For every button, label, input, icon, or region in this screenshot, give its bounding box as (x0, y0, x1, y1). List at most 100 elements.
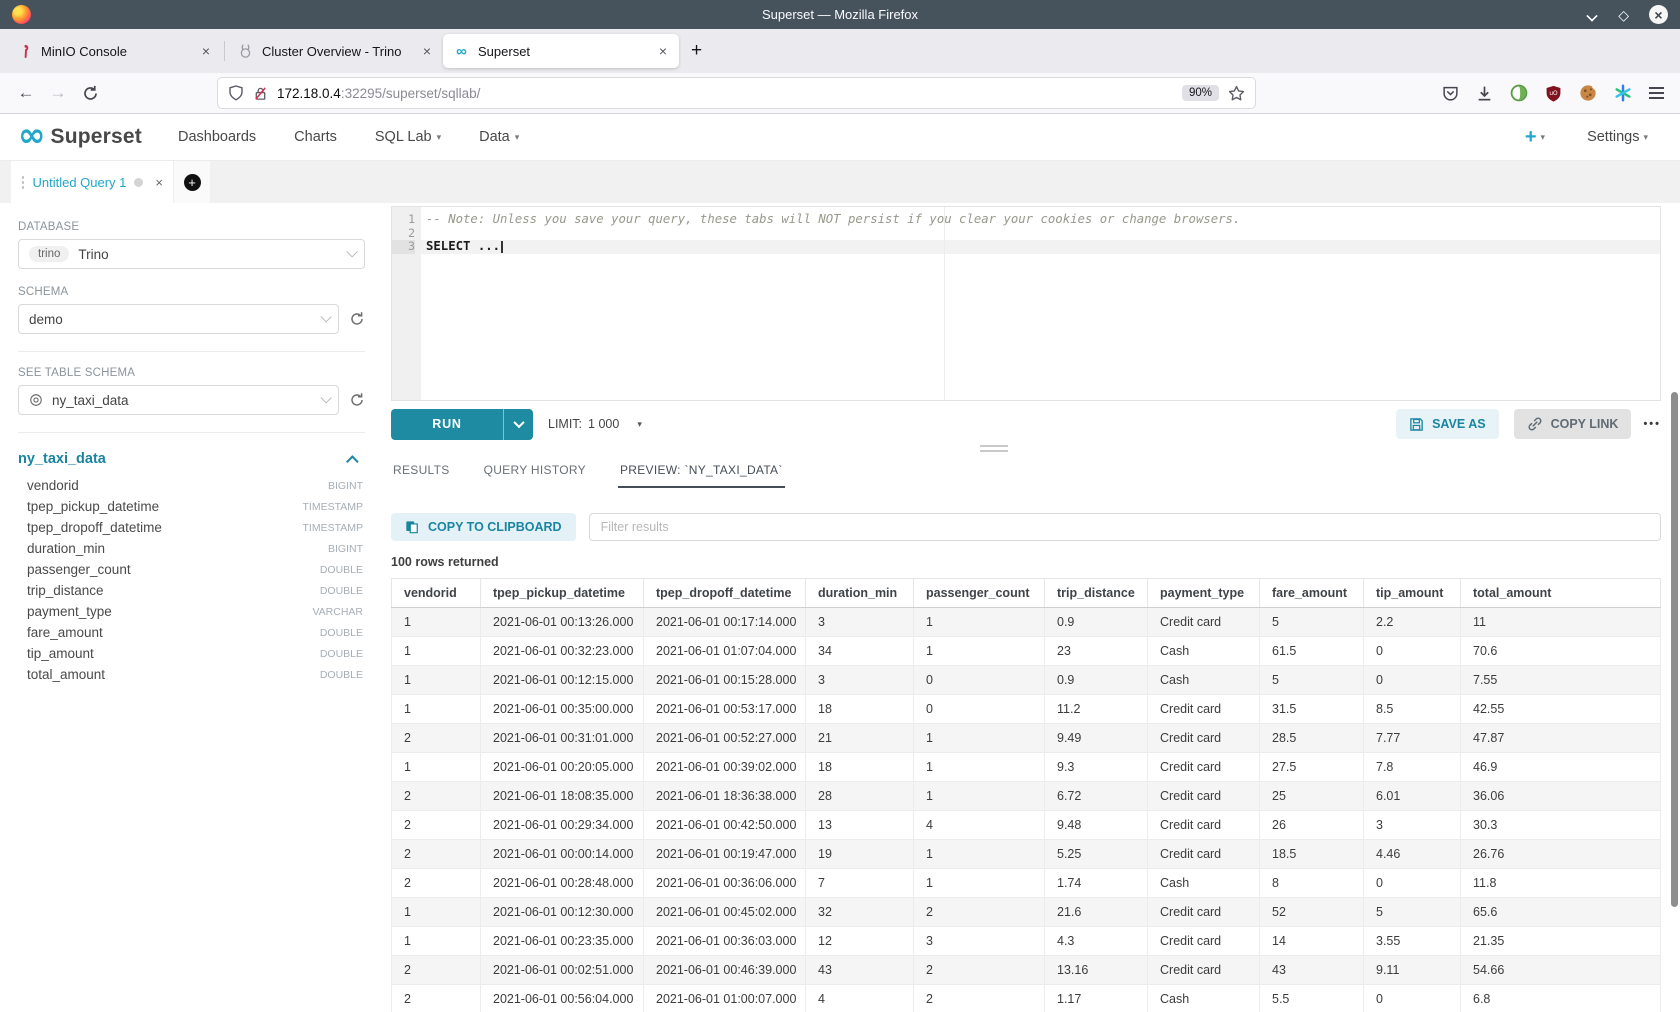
reload-button[interactable] (74, 85, 106, 102)
column-list-item[interactable]: trip_distanceDOUBLE (18, 580, 365, 601)
table-row[interactable]: 12021-06-01 00:35:00.0002021-06-01 00:53… (392, 695, 1661, 724)
column-header-passenger_count[interactable]: passenger_count (914, 579, 1045, 608)
schema-select[interactable]: demo (18, 304, 339, 334)
browser-tab-title: MinIO Console (41, 44, 192, 59)
menu-charts[interactable]: Charts (294, 129, 337, 145)
table-row[interactable]: 12021-06-01 00:32:23.0002021-06-01 01:07… (392, 637, 1661, 666)
url-text[interactable]: 172.18.0.4:32295/superset/sqllab/ (277, 86, 1173, 101)
column-header-total_amount[interactable]: total_amount (1461, 579, 1661, 608)
column-list-item[interactable]: fare_amountDOUBLE (18, 622, 365, 643)
column-list-item[interactable]: passenger_countDOUBLE (18, 559, 365, 580)
table-row[interactable]: 22021-06-01 00:02:51.0002021-06-01 00:46… (392, 956, 1661, 985)
forward-button[interactable]: → (42, 83, 74, 103)
tab-preview-table[interactable]: PREVIEW: `NY_TAXI_DATA` (618, 463, 785, 488)
menu-data[interactable]: Data▾ (479, 129, 519, 145)
browser-tab-superset[interactable]: ∞ Superset × (443, 34, 679, 68)
database-select[interactable]: trino Trino (18, 239, 365, 269)
column-list-item[interactable]: payment_typeVARCHAR (18, 601, 365, 622)
table-row[interactable]: 22021-06-01 18:08:35.0002021-06-01 18:36… (392, 782, 1661, 811)
vertical-scrollbar-thumb[interactable] (1671, 392, 1678, 907)
table-select[interactable]: ny_taxi_data (18, 385, 339, 415)
column-header-trip_distance[interactable]: trip_distance (1045, 579, 1148, 608)
query-tab-active[interactable]: Untitled Query 1 × (11, 161, 173, 203)
table-schema-title[interactable]: ny_taxi_data (18, 451, 106, 467)
copy-to-clipboard-button[interactable]: COPY TO CLIPBOARD (391, 513, 576, 541)
table-row[interactable]: 12021-06-01 00:13:26.0002021-06-01 00:17… (392, 608, 1661, 637)
more-options-button[interactable]: ••• (1643, 418, 1661, 430)
extension-green-icon[interactable] (1510, 84, 1528, 102)
column-list-item[interactable]: total_amountDOUBLE (18, 664, 365, 685)
browser-tab-trino[interactable]: Cluster Overview - Trino × (227, 34, 443, 68)
new-item-dropdown[interactable]: +▾ (1525, 127, 1545, 147)
table-row[interactable]: 12021-06-01 00:23:35.0002021-06-01 00:36… (392, 927, 1661, 956)
shield-icon[interactable] (228, 85, 244, 101)
menu-hamburger-icon[interactable] (1649, 87, 1664, 99)
table-row[interactable]: 22021-06-01 00:31:01.0002021-06-01 00:52… (392, 724, 1661, 753)
table-row[interactable]: 12021-06-01 00:20:05.0002021-06-01 00:39… (392, 753, 1661, 782)
close-tab-icon[interactable]: × (657, 43, 669, 59)
close-tab-icon[interactable]: × (421, 43, 433, 59)
new-query-tab-button[interactable]: + (174, 161, 210, 203)
column-list-item[interactable]: tpep_dropoff_datetimeTIMESTAMP (18, 517, 365, 538)
results-table-container[interactable]: vendoridtpep_pickup_datetimetpep_dropoff… (391, 578, 1661, 1012)
run-query-button[interactable]: RUN (391, 409, 533, 440)
superset-logo[interactable]: ∞ Superset (18, 125, 142, 149)
cookie-extension-icon[interactable] (1579, 84, 1597, 102)
table-row[interactable]: 12021-06-01 00:12:30.0002021-06-01 00:45… (392, 898, 1661, 927)
table-row[interactable]: 22021-06-01 00:28:48.0002021-06-01 00:36… (392, 869, 1661, 898)
downloads-icon[interactable] (1476, 85, 1493, 102)
column-list-item[interactable]: tip_amountDOUBLE (18, 643, 365, 664)
copy-link-button[interactable]: COPY LINK (1514, 409, 1632, 439)
lock-insecure-icon[interactable] (253, 86, 268, 101)
close-tab-icon[interactable]: × (200, 43, 212, 59)
table-cell: 32 (806, 898, 914, 927)
tab-query-history[interactable]: QUERY HISTORY (482, 463, 588, 488)
column-list-item[interactable]: duration_minBIGINT (18, 538, 365, 559)
column-header-vendorid[interactable]: vendorid (392, 579, 481, 608)
limit-dropdown[interactable]: LIMIT: 1 000 ▾ (548, 417, 642, 431)
window-restore-down-icon[interactable] (1586, 11, 1598, 18)
table-row[interactable]: 12021-06-01 00:12:15.0002021-06-01 00:15… (392, 666, 1661, 695)
column-list-item[interactable]: tpep_pickup_datetimeTIMESTAMP (18, 496, 365, 517)
window-maximize-icon[interactable]: ◇ (1618, 8, 1629, 22)
run-options-chevron[interactable] (503, 409, 533, 440)
editor-code-area[interactable]: -- Note: Unless you save your query, the… (421, 207, 1660, 400)
pane-resize-handle[interactable] (980, 445, 1008, 452)
url-bar[interactable]: 172.18.0.4:32295/superset/sqllab/ 90% (218, 78, 1255, 108)
results-controls: COPY TO CLIPBOARD (391, 513, 1661, 541)
browser-tab-title: Superset (478, 44, 649, 59)
column-header-fare_amount[interactable]: fare_amount (1260, 579, 1364, 608)
column-header-tpep_pickup_datetime[interactable]: tpep_pickup_datetime (481, 579, 644, 608)
new-tab-button[interactable]: + (679, 40, 714, 62)
pocket-icon[interactable] (1442, 85, 1459, 102)
refresh-tables-icon[interactable] (349, 392, 365, 408)
column-header-tpep_dropoff_datetime[interactable]: tpep_dropoff_datetime (644, 579, 806, 608)
column-list-item[interactable]: vendoridBIGINT (18, 475, 365, 496)
menu-dashboards[interactable]: Dashboards (178, 129, 256, 145)
zoom-level-badge[interactable]: 90% (1182, 85, 1219, 101)
copy-link-label: COPY LINK (1551, 417, 1619, 431)
close-query-tab-icon[interactable]: × (155, 175, 163, 190)
column-header-tip_amount[interactable]: tip_amount (1364, 579, 1461, 608)
drag-handle-icon[interactable] (21, 175, 24, 190)
menu-sql-lab[interactable]: SQL Lab▾ (375, 129, 441, 145)
table-row[interactable]: 22021-06-01 00:00:14.0002021-06-01 00:19… (392, 840, 1661, 869)
back-button[interactable]: ← (10, 83, 42, 103)
settings-menu[interactable]: Settings▾ (1587, 129, 1648, 145)
table-row[interactable]: 22021-06-01 00:29:34.0002021-06-01 00:42… (392, 811, 1661, 840)
tab-results[interactable]: RESULTS (391, 463, 452, 488)
window-close-button[interactable]: × (1649, 5, 1668, 24)
table-row[interactable]: 22021-06-01 00:56:04.0002021-06-01 01:00… (392, 985, 1661, 1012)
extension-asterisk-icon[interactable] (1614, 84, 1632, 102)
sql-editor[interactable]: 1 2 3 -- Note: Unless you save your quer… (391, 206, 1661, 401)
bookmark-star-icon[interactable] (1228, 85, 1245, 102)
refresh-schemas-icon[interactable] (349, 311, 365, 327)
column-header-duration_min[interactable]: duration_min (806, 579, 914, 608)
save-as-button[interactable]: SAVE AS (1396, 409, 1499, 439)
column-header-payment_type[interactable]: payment_type (1148, 579, 1260, 608)
ublock-shield-icon[interactable]: uO (1545, 85, 1562, 102)
filter-results-input[interactable] (589, 513, 1661, 541)
run-button-label[interactable]: RUN (391, 409, 503, 440)
browser-tab-minio[interactable]: MinIO Console × (6, 34, 222, 68)
collapse-chevron-icon[interactable] (346, 455, 359, 468)
